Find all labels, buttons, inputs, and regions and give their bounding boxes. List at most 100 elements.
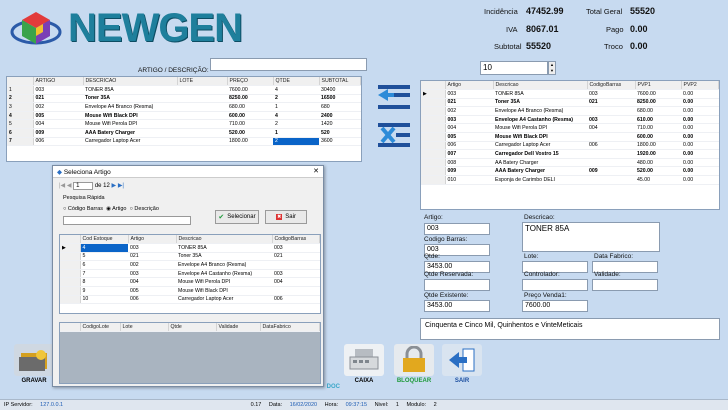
cell-cod-estoque: 4 xyxy=(80,243,128,253)
page-input[interactable]: 1 xyxy=(73,182,94,190)
catalog-col-artigo[interactable]: Artigo xyxy=(445,81,494,91)
close-icon[interactable]: ✕ xyxy=(313,167,319,175)
dialog-search-input[interactable] xyxy=(63,216,191,225)
next-page-icon[interactable]: ▶ xyxy=(112,183,117,189)
table-row[interactable]: 3 002 Envelope A4 Branco (Resma) 680.00 1 680 xyxy=(7,102,361,112)
lots-col-validade[interactable]: Validade xyxy=(216,323,261,333)
cart-col-artigo[interactable]: ARTIGO xyxy=(33,77,84,87)
lots-col-codigolote[interactable]: CodigoLote xyxy=(80,323,121,333)
prev-page-icon[interactable]: ◀ xyxy=(67,183,72,189)
table-row[interactable]: 8 004 Mouse Wifi Perola DPI 004 xyxy=(60,277,320,288)
table-row[interactable]: 004 Mouse Wifi Perola DPI 004 710.00 0.00 xyxy=(421,123,719,134)
first-page-icon[interactable]: |◀ xyxy=(59,183,65,189)
dialog-col-artigo[interactable]: Artigo xyxy=(128,235,177,245)
add-item-icon[interactable] xyxy=(376,83,412,111)
table-row[interactable]: 7 003 Envelope A4 Castanho (Resma) 003 xyxy=(60,269,320,279)
table-row[interactable]: 10 006 Carregador Laptop Acer 006 xyxy=(60,295,320,305)
catalog-col-pvp2[interactable]: PVP2 xyxy=(681,81,719,91)
detail-validade-field[interactable] xyxy=(592,279,658,291)
table-row[interactable]: 021 Toner 35A 021 8250.00 0.00 xyxy=(421,98,719,108)
dialog-col-descricao[interactable]: Descricao xyxy=(176,235,273,245)
catalog-col-descricao[interactable]: Descricao xyxy=(493,81,588,91)
table-row[interactable]: ▶ 4 003 TONER 85A 003 xyxy=(60,243,320,253)
quantity-spinner[interactable]: ▲ ▼ xyxy=(548,61,556,75)
table-row[interactable]: 5 004 Mouse Wifi Perola DPI 710.00 2 1420 xyxy=(7,119,361,130)
search-input[interactable] xyxy=(210,58,367,71)
table-row[interactable]: 003 Envelope A4 Castanho (Resma) 003 610.00… xyxy=(421,115,719,125)
dialog-lots-grid[interactable]: CodigoLote Lote Qtde Validade DataFabric… xyxy=(59,322,321,384)
cell-lote xyxy=(177,137,227,147)
gravar-button[interactable]: GRAVAR xyxy=(12,344,56,390)
row-indicator xyxy=(421,158,446,168)
detail-descricao-field[interactable]: TONER 85A xyxy=(522,222,660,252)
dialog-titlebar[interactable]: ◆ Seleciona Artigo ✕ xyxy=(53,166,323,178)
lots-col-indicator xyxy=(60,323,81,333)
row-indicator xyxy=(421,166,446,177)
table-row[interactable]: 006 Carregador Laptop Acer 006 1800.00 0.00 xyxy=(421,141,719,151)
dialog-title: Seleciona Artigo xyxy=(63,169,111,176)
table-row[interactable]: 6 009 AAA Batery Charger 520.00 1 520 xyxy=(7,128,361,138)
dialog-col-codigobarras[interactable]: CodigoBarras xyxy=(272,235,320,245)
dialog-col-cod-estoque[interactable]: Cod Estoque xyxy=(80,235,129,245)
cart-grid[interactable]: ARTIGO DESCRICAO LOTE PREÇO QTDE SUBTOTA… xyxy=(6,76,362,162)
cart-col-subtotal[interactable]: SUBTOTAL xyxy=(319,77,361,87)
cell-descricao: AAA Batery Charger xyxy=(83,128,177,138)
detail-preco-venda-field[interactable]: 7600.00 xyxy=(522,300,588,312)
lots-col-qtde[interactable]: Qtde xyxy=(168,323,217,333)
table-row[interactable]: 1 003 TONER 85A 7600.00 4 30400 xyxy=(7,85,361,95)
row-indicator xyxy=(60,286,81,296)
table-row[interactable]: 008 AA Batery Charger 480.00 0.00 xyxy=(421,158,719,168)
lots-col-lote[interactable]: Lote xyxy=(120,323,169,333)
detail-artigo-field[interactable]: 003 xyxy=(424,223,490,235)
detail-artigo-label: Artigo: xyxy=(424,214,443,221)
seleciona-artigo-dialog[interactable]: ◆ Seleciona Artigo ✕ |◀ ◀ 1 de 12 ▶ ▶| P… xyxy=(52,165,324,387)
last-page-icon[interactable]: ▶| xyxy=(118,183,124,189)
table-row[interactable]: 2 021 Toner 35A 8250.00 2 16500 xyxy=(7,94,361,104)
cell-artigo: 006 xyxy=(128,295,176,305)
catalog-col-pvp1[interactable]: PVP1 xyxy=(635,81,682,91)
row-indicator xyxy=(421,141,446,151)
table-row[interactable]: 007 Carregador Dell Vostro 15 1920.00 0.00 xyxy=(421,149,719,159)
table-row[interactable]: 5 021 Toner 35A 021 xyxy=(60,252,320,262)
cell-artigo: 006 xyxy=(33,137,83,147)
table-row[interactable]: 9 005 Mouse Wifi Black DPI xyxy=(60,286,320,296)
cell-descricao: Carregador Dell Vostro 15 xyxy=(493,149,587,159)
detail-qtde-reservada-field[interactable] xyxy=(424,279,490,291)
cart-col-lote[interactable]: LOTE xyxy=(177,77,228,87)
table-row[interactable]: 010 Esponja de Carimbo DELI 45.00 0.00 xyxy=(421,175,719,185)
remove-item-icon[interactable] xyxy=(376,121,412,149)
cell-descricao: Envelope A4 Castanho (Resma) xyxy=(176,269,272,279)
quantity-input[interactable]: 10 xyxy=(480,61,548,75)
detail-qtde-existente-field[interactable]: 3453.00 xyxy=(424,300,490,312)
catalog-col-codigobarras[interactable]: CodigoBarras xyxy=(587,81,636,91)
table-row[interactable]: 7 006 Carregador Laptop Acer 1800.00 2 3600 xyxy=(7,137,361,147)
detail-controlador-field[interactable] xyxy=(522,279,588,291)
radio-descricao[interactable]: ○ Descrição xyxy=(130,206,159,212)
sair-button[interactable]: SAIR xyxy=(440,344,484,390)
cart-col-preco[interactable]: PREÇO xyxy=(227,77,274,87)
table-row[interactable]: 4 005 Mouse Wifi Black DPI 600.00 4 2400 xyxy=(7,111,361,121)
dialog-sair-button[interactable]: ✖ Sair xyxy=(265,210,307,224)
caixa-label: CAIXA xyxy=(354,378,374,384)
caixa-button[interactable]: CAIXA xyxy=(342,344,386,390)
cart-col-qtde[interactable]: QTDE xyxy=(273,77,320,87)
radio-codigo-barras[interactable]: ○ Código Barras xyxy=(63,206,103,212)
dialog-app-icon: ◆ xyxy=(57,169,62,176)
table-row[interactable]: 6 002 Envelope A4 Branco (Resma) xyxy=(60,260,320,270)
cell-pvp1: 610.00 xyxy=(635,115,681,125)
dialog-articles-grid[interactable]: Cod Estoque Artigo Descricao CodigoBarra… xyxy=(59,234,321,314)
cell-subtotal: 520 xyxy=(319,128,361,138)
detail-data-fabrico-label: Data Fabrico: xyxy=(594,253,634,260)
table-row[interactable]: 009 AAA Batery Charger 009 520.00 0.00 xyxy=(421,166,719,177)
selecionar-button[interactable]: ✔ Selecionar xyxy=(215,210,259,224)
cart-col-descricao[interactable]: DESCRICAO xyxy=(83,77,178,87)
table-row[interactable]: 002 Envelope A4 Branco (Resma) 680.00 0.00 xyxy=(421,106,719,116)
bloquear-button[interactable]: BLOQUEAR xyxy=(392,344,436,390)
troco-value: 0.00 xyxy=(630,41,648,51)
table-row[interactable]: 005 Mouse Wifi Black DPI 600.00 0.00 xyxy=(421,132,719,142)
cell-codigobarras: 003 xyxy=(587,115,635,125)
radio-artigo[interactable]: ◉ Artigo xyxy=(106,206,126,212)
lots-col-datafabrico[interactable]: DataFabrico xyxy=(260,323,320,333)
table-row[interactable]: ▶ 003 TONER 85A 003 7600.00 0.00 xyxy=(421,89,719,99)
catalog-grid[interactable]: Artigo Descricao CodigoBarras PVP1 PVP2 … xyxy=(420,80,720,210)
